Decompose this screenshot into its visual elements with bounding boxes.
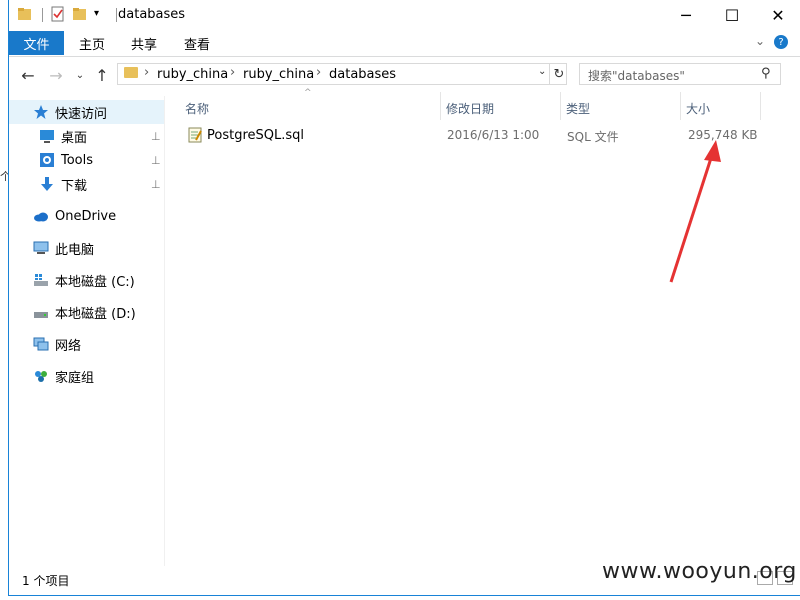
status-item-count: 1 个项目 (22, 574, 70, 588)
desktop-background (0, 0, 8, 600)
watermark: www.wooyun.org (602, 559, 797, 584)
annotation-arrow (669, 140, 721, 283)
explorer-window: ▾ databases ─ ☐ ✕ 文件 主页 共享 查看 ⌄ ? ← → ⌄ … (8, 0, 800, 596)
